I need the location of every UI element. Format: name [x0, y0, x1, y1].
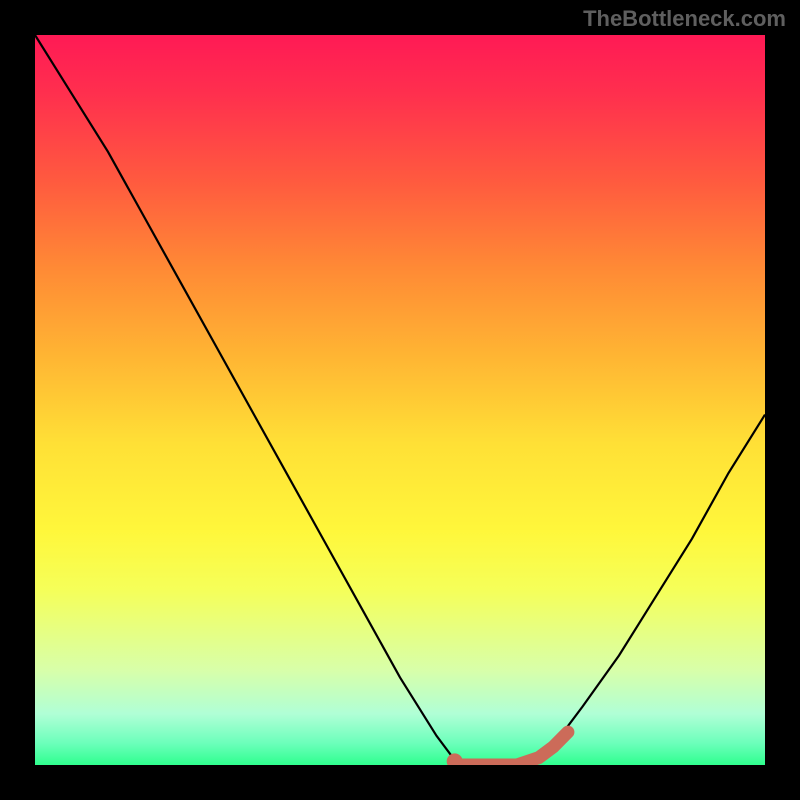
highlight-segment [458, 732, 568, 765]
highlight-dot [447, 753, 463, 765]
chart-svg [35, 35, 765, 765]
watermark-text: TheBottleneck.com [583, 6, 786, 32]
chart-plot-area [35, 35, 765, 765]
bottleneck-curve [35, 35, 765, 765]
